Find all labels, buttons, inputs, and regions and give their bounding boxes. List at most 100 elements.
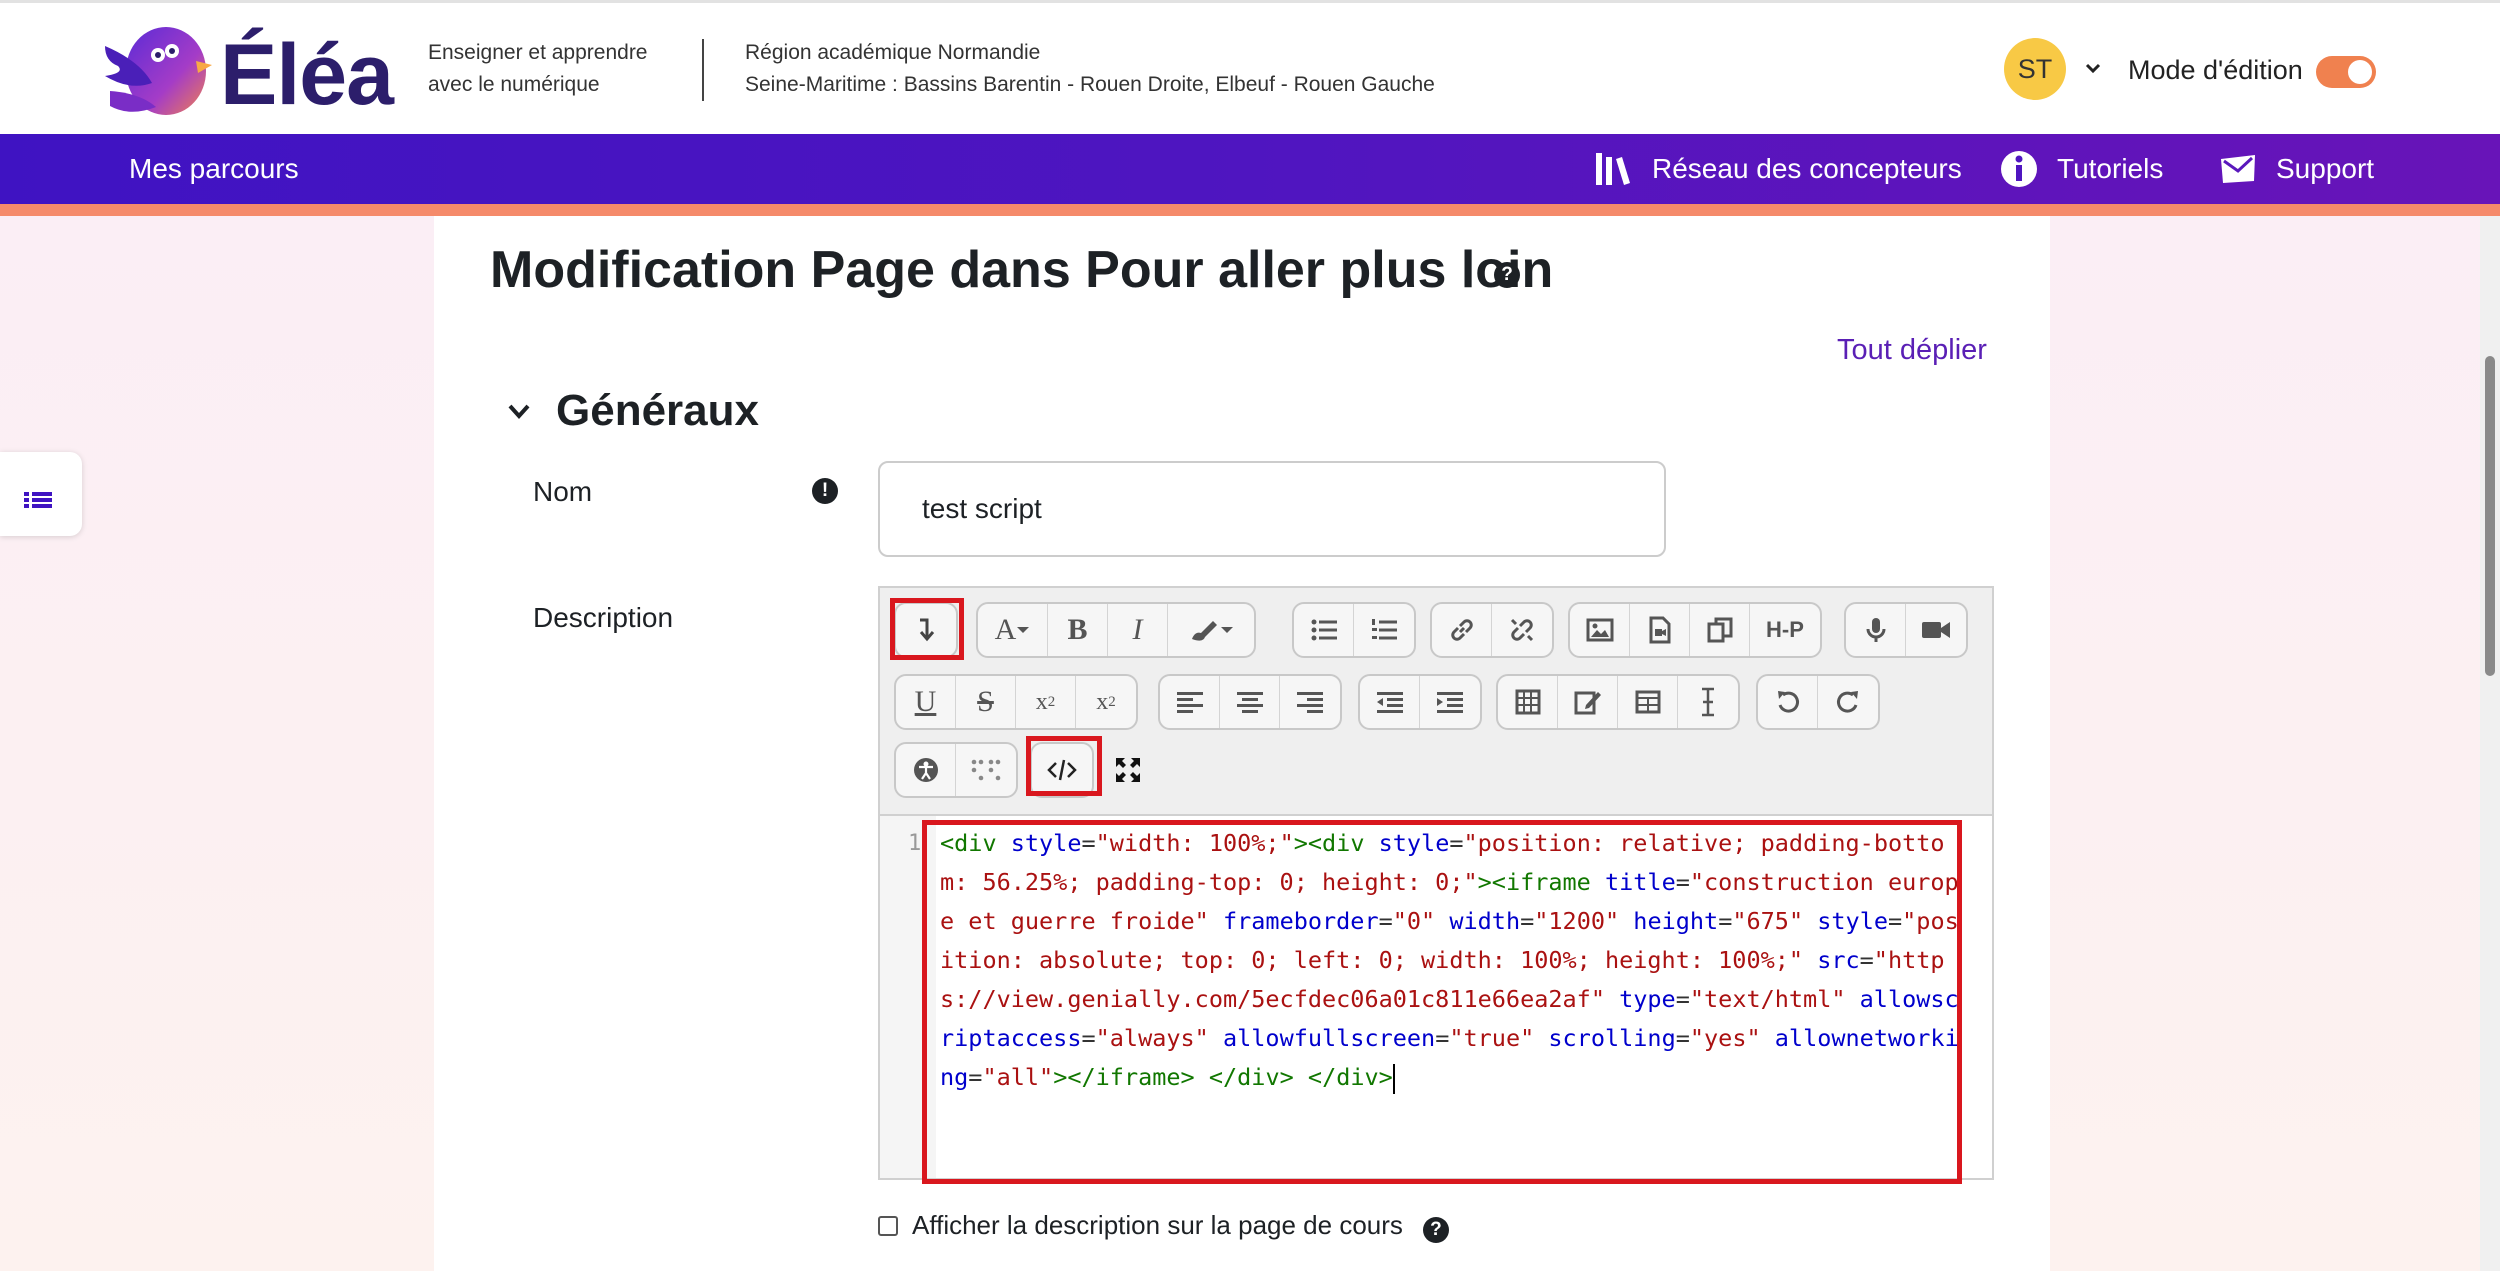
image-button[interactable] <box>1570 604 1630 656</box>
files-icon <box>1707 617 1732 643</box>
expand-all-link[interactable]: Tout déplier <box>1837 334 1987 367</box>
special-char-button[interactable] <box>1678 676 1738 728</box>
header-divider <box>702 39 704 101</box>
brand-name: Éléa <box>220 27 394 123</box>
redo-icon <box>1837 691 1858 713</box>
brand-tagline: Enseigner et apprendre avec le numérique <box>428 37 648 101</box>
show-description-label: Afficher la description sur la page de c… <box>912 1210 1403 1240</box>
nav-network[interactable]: Réseau des concepteurs <box>1594 134 1962 204</box>
nav-support-label: Support <box>2276 153 2375 184</box>
align-center-button[interactable] <box>1220 676 1280 728</box>
tool-group-history <box>1756 674 1880 730</box>
tool-group-links <box>1430 602 1554 658</box>
equation-button[interactable] <box>1558 676 1618 728</box>
table-edit-button[interactable] <box>1618 676 1678 728</box>
info-icon <box>2001 151 2037 187</box>
name-label: Nom <box>533 476 593 507</box>
strikethrough-button[interactable]: S <box>956 676 1016 728</box>
list-icon <box>24 492 52 508</box>
align-left-icon <box>1176 692 1203 713</box>
tool-group-html <box>1030 742 1094 798</box>
nav-my-courses[interactable]: Mes parcours <box>129 134 299 204</box>
tool-group-recording <box>1844 602 1968 658</box>
braille-icon <box>971 759 1001 781</box>
text-color-button[interactable] <box>1168 604 1254 656</box>
user-avatar[interactable]: ST <box>2004 38 2066 100</box>
collapse-toolbar-button[interactable] <box>896 604 956 656</box>
nav-network-label: Réseau des concepteurs <box>1652 153 1962 184</box>
link-button[interactable] <box>1432 604 1492 656</box>
unlink-button[interactable] <box>1492 604 1552 656</box>
region-line2: Seine-Maritime : Bassins Barentin - Roue… <box>745 73 1435 96</box>
nav-tutorials-label: Tutoriels <box>2057 153 2164 184</box>
undo-button[interactable] <box>1758 676 1818 728</box>
tagline-line1: Enseigner et apprendre <box>428 41 648 64</box>
record-audio-button[interactable] <box>1846 604 1906 656</box>
line-number: 1 <box>908 831 922 856</box>
course-index-toggle[interactable] <box>0 452 82 536</box>
section-general-header[interactable]: Généraux <box>504 386 759 436</box>
tool-group-align <box>1158 674 1342 730</box>
grid-table-icon <box>1515 689 1540 715</box>
record-video-button[interactable] <box>1906 604 1966 656</box>
subscript-button[interactable]: x2 <box>1016 676 1076 728</box>
editor-toolbar: A B I H-P U S x2 x2 <box>880 588 1992 816</box>
tool-group-media: H-P <box>1568 602 1822 658</box>
superscript-button[interactable]: x2 <box>1076 676 1136 728</box>
underline-button[interactable]: U <box>896 676 956 728</box>
caret-down-icon <box>1017 627 1030 633</box>
video-file-icon <box>1649 616 1670 644</box>
unordered-list-button[interactable] <box>1294 604 1354 656</box>
tagline-line2: avec le numérique <box>428 73 600 96</box>
outdent-button[interactable] <box>1360 676 1420 728</box>
chevron-down-icon[interactable] <box>2078 53 2108 83</box>
font-style-button[interactable]: A <box>978 604 1048 656</box>
screenreader-helper-button[interactable] <box>956 744 1016 796</box>
bold-button[interactable]: B <box>1048 604 1108 656</box>
html-source-button[interactable] <box>1032 744 1092 796</box>
show-description-help-icon[interactable]: ? <box>1422 1216 1449 1243</box>
show-description-option[interactable]: Afficher la description sur la page de c… <box>878 1210 1449 1243</box>
section-general-title: Généraux <box>556 386 759 435</box>
paintbrush-icon <box>1192 621 1233 641</box>
indent-button[interactable] <box>1420 676 1480 728</box>
support-envelope-icon <box>2221 155 2255 183</box>
tool-group-collapse <box>894 602 958 658</box>
table-button[interactable] <box>1498 676 1558 728</box>
align-left-button[interactable] <box>1160 676 1220 728</box>
books-icon <box>1596 153 1630 185</box>
media-button[interactable] <box>1630 604 1690 656</box>
nav-tutorials[interactable]: Tutoriels <box>1999 134 2163 204</box>
align-right-icon <box>1297 692 1323 713</box>
redo-button[interactable] <box>1818 676 1878 728</box>
link-icon <box>1450 619 1473 641</box>
microphone-icon <box>1866 618 1885 642</box>
undo-icon <box>1777 691 1799 713</box>
nav-support[interactable]: Support <box>2218 134 2374 204</box>
h5p-button[interactable]: H-P <box>1750 604 1820 656</box>
page-help-icon[interactable]: ? <box>1494 262 1520 288</box>
text-cursor-icon <box>1702 687 1714 717</box>
manage-files-button[interactable] <box>1690 604 1750 656</box>
name-input[interactable] <box>878 461 1666 557</box>
region-line1: Région académique Normandie <box>745 41 1041 64</box>
accessibility-checker-button[interactable] <box>896 744 956 796</box>
italic-button[interactable]: I <box>1108 604 1168 656</box>
show-description-checkbox[interactable] <box>878 1215 898 1236</box>
tool-group-accessibility <box>894 742 1018 798</box>
scrollbar-thumb[interactable] <box>2485 356 2495 676</box>
edit-mode-toggle[interactable] <box>2316 56 2376 88</box>
required-icon: ! <box>812 478 838 504</box>
edit-mode-label: Mode d'édition <box>2128 55 2303 85</box>
html-source-text[interactable]: <div style="width: 100%;"><div style="po… <box>940 824 1960 1097</box>
ordered-list-button[interactable] <box>1354 604 1414 656</box>
fullscreen-button[interactable] <box>1100 742 1156 798</box>
expand-arrows-icon <box>1116 758 1140 782</box>
align-right-button[interactable] <box>1280 676 1340 728</box>
line-gutter <box>880 816 936 1178</box>
image-icon <box>1586 618 1613 642</box>
elea-logo[interactable]: Éléa <box>100 21 394 123</box>
html-source-editor[interactable]: 1 <div style="width: 100%;"><div style="… <box>880 816 1992 1178</box>
app-root: { "brand": {"name": "Éléa", "tagline_lin… <box>0 0 2500 1271</box>
nav-my-courses-label: Mes parcours <box>129 153 299 184</box>
